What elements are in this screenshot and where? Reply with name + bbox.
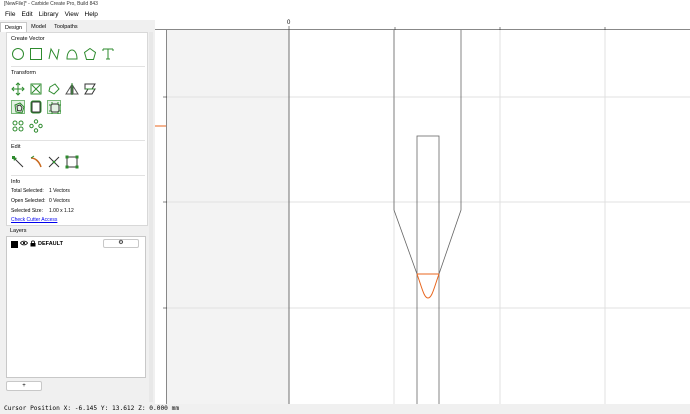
window-title: [NewFile]* - Carbide Create Pro, Build 8…: [4, 1, 98, 7]
offset-icon[interactable]: [11, 100, 25, 114]
mirror-icon[interactable]: [65, 82, 79, 96]
title-bar: [NewFile]* - Carbide Create Pro, Build 8…: [0, 0, 690, 9]
info-title: Info: [11, 179, 21, 185]
layer-color-swatch[interactable]: [11, 240, 18, 248]
app-window: [NewFile]* - Carbide Create Pro, Build 8…: [0, 0, 690, 414]
menu-file[interactable]: File: [2, 11, 18, 18]
tab-toolpaths[interactable]: Toolpaths: [50, 22, 82, 32]
menu-help[interactable]: Help: [82, 11, 101, 18]
selected-size-row: Selected Size: 1.00 x 1.12: [11, 208, 74, 214]
menu-view[interactable]: View: [62, 11, 82, 18]
fillet-icon[interactable]: [47, 100, 61, 114]
selected-size-label: Selected Size:: [11, 208, 43, 214]
curve-edit-icon[interactable]: [29, 155, 43, 169]
eye-icon[interactable]: [20, 240, 28, 248]
check-cutter-access-link[interactable]: Check Cutter Access: [11, 217, 57, 223]
separator: [11, 175, 145, 176]
open-selected-label: Open Selected:: [11, 198, 46, 204]
layer-settings-button[interactable]: ⚙: [103, 239, 139, 248]
rectangle-icon[interactable]: [29, 47, 43, 61]
circular-array-icon[interactable]: [29, 119, 43, 133]
scale-icon[interactable]: [29, 82, 43, 96]
tab-model[interactable]: Model: [27, 22, 50, 32]
tab-bar: Design Model Toolpaths: [0, 22, 150, 32]
text-icon[interactable]: [101, 47, 115, 61]
polygon-icon[interactable]: [83, 47, 97, 61]
menu-bar: File Edit Library View Help: [0, 9, 690, 20]
menu-library[interactable]: Library: [36, 11, 62, 18]
layer-name: DEFAULT: [38, 241, 63, 247]
tab-design[interactable]: Design: [0, 22, 28, 32]
total-selected-label: Total Selected:: [11, 188, 44, 194]
status-bar: Cursor Position X: -6.145 Y: 13.612 Z: 0…: [0, 404, 690, 414]
panel-scrollbar[interactable]: [149, 32, 153, 402]
layer-row[interactable]: DEFAULT: [11, 240, 63, 248]
ruler-left: [155, 30, 167, 404]
open-selected-row: Open Selected: 0 Vectors: [11, 198, 70, 204]
add-layer-button[interactable]: +: [6, 381, 42, 391]
move-icon[interactable]: [11, 82, 25, 96]
edit-title: Edit: [11, 144, 21, 150]
transform-title: Transform: [11, 70, 36, 76]
curve-icon[interactable]: [65, 47, 79, 61]
open-selected-value: 0 Vectors: [49, 198, 70, 204]
layers-title: Layers: [10, 228, 27, 234]
ruler-top: 0: [155, 20, 690, 30]
rotate-icon[interactable]: [47, 82, 61, 96]
total-selected-value: 1 Vectors: [49, 188, 70, 194]
circle-icon[interactable]: [11, 47, 25, 61]
boolean-icon[interactable]: [29, 100, 43, 114]
separator: [11, 140, 145, 141]
trim-icon[interactable]: [47, 155, 61, 169]
lock-icon[interactable]: [30, 240, 36, 249]
align-icon[interactable]: [83, 82, 97, 96]
design-canvas[interactable]: [167, 30, 690, 404]
menu-edit[interactable]: Edit: [18, 11, 35, 18]
separator: [11, 66, 145, 67]
polyline-icon[interactable]: [47, 47, 61, 61]
layers-list: DEFAULT ⚙: [6, 236, 146, 378]
selected-size-value: 1.00 x 1.12: [49, 208, 74, 214]
cursor-position: Cursor Position X: -6.145 Y: 13.612 Z: 0…: [4, 405, 180, 412]
array-icon[interactable]: [11, 119, 25, 133]
gear-icon: ⚙: [118, 240, 124, 246]
node-edit-icon[interactable]: [11, 155, 25, 169]
design-panel: Create Vector Transform Edit Info Total …: [6, 32, 148, 226]
create-vector-title: Create Vector: [11, 36, 45, 42]
bounding-box-icon[interactable]: [65, 155, 79, 169]
total-selected-row: Total Selected: 1 Vectors: [11, 188, 70, 194]
